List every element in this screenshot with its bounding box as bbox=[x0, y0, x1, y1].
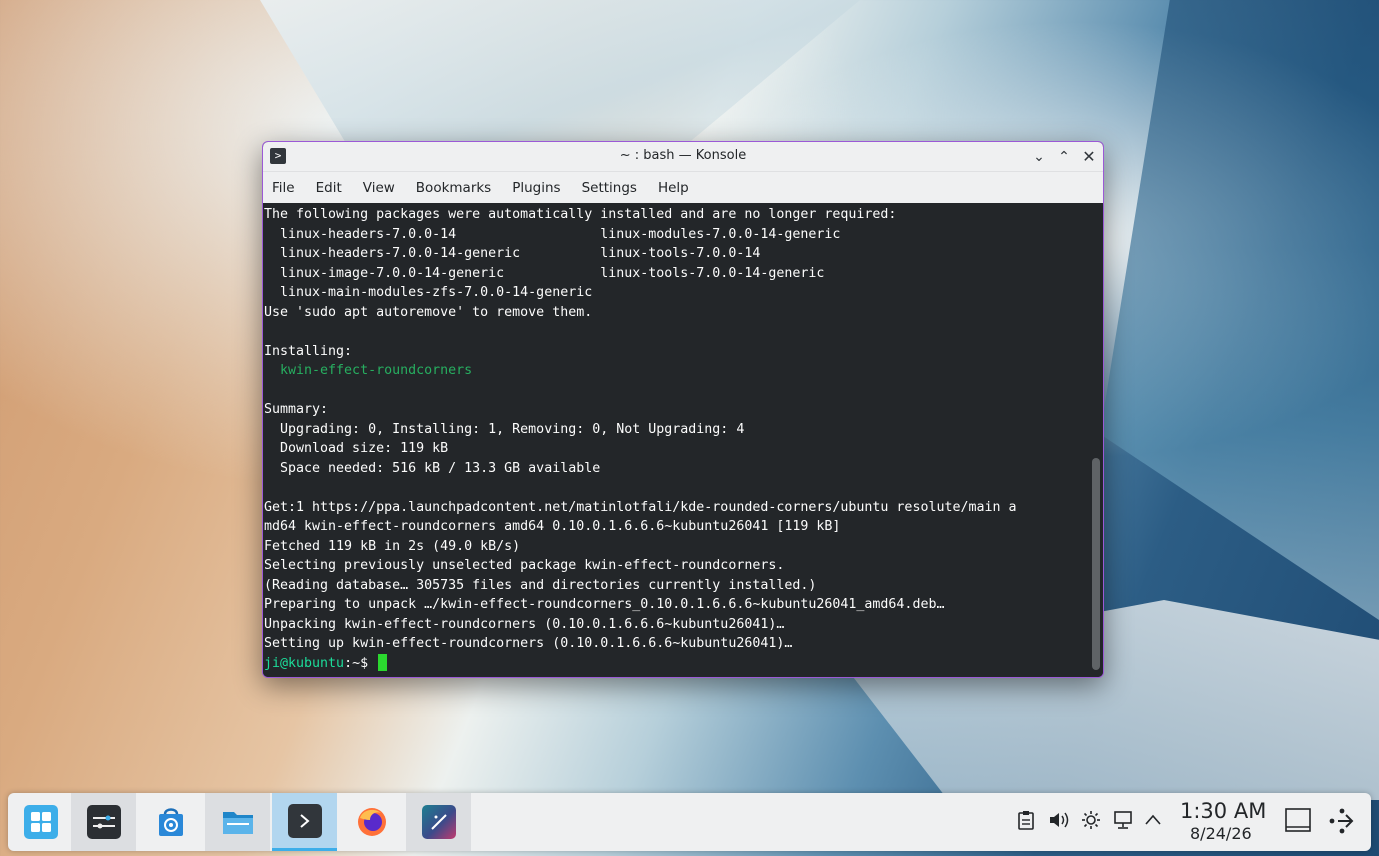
wallpaper-shard bbox=[260, 0, 860, 150]
terminal-line: md64 kwin-effect-roundcorners amd64 0.10… bbox=[264, 519, 841, 534]
terminal-line: Upgrading: 0, Installing: 1, Removing: 0… bbox=[264, 421, 745, 437]
firefox-icon bbox=[355, 805, 389, 839]
terminal-line: Setting up kwin-effect-roundcorners (0.1… bbox=[264, 636, 793, 651]
terminal-line-package: kwin-effect-roundcorners bbox=[264, 363, 473, 378]
terminal-line: (Reading database… 305735 files and dire… bbox=[264, 577, 817, 593]
clock-time[interactable]: 1:30 AM bbox=[1180, 799, 1266, 823]
konsole-window[interactable]: > ~ : bash — Konsole ⌄ ⌃ ✕ File Edit Vie… bbox=[262, 141, 1104, 678]
terminal-line: Fetched 119 kB in 2s (49.0 kB/s) bbox=[264, 538, 521, 554]
terminal-line: linux-headers-7.0.0-14 linux-modules-7.0… bbox=[264, 226, 841, 242]
menu-plugins[interactable]: Plugins bbox=[512, 180, 560, 196]
terminal-line: Use 'sudo apt autoremove' to remove them… bbox=[264, 304, 593, 320]
terminal-prompt[interactable]: ji@kubuntu:~$ bbox=[264, 654, 1103, 674]
task-firefox[interactable] bbox=[339, 793, 404, 851]
menu-bookmarks[interactable]: Bookmarks bbox=[416, 180, 491, 196]
taskbar: 1:30 AM 8/24/26 bbox=[8, 793, 1371, 851]
task-konsole-active[interactable] bbox=[272, 793, 337, 851]
terminal-line: The following packages were automaticall… bbox=[264, 207, 897, 222]
terminal-line: Space needed: 516 kB / 13.3 GB available bbox=[264, 460, 601, 476]
terminal-line: linux-headers-7.0.0-14-generic linux-too… bbox=[264, 246, 761, 261]
system-settings-icon bbox=[86, 805, 121, 839]
menu-file[interactable]: File bbox=[272, 180, 295, 196]
terminal-line: Unpacking kwin-effect-roundcorners (0.10… bbox=[264, 616, 785, 632]
minimize-button[interactable]: ⌄ bbox=[1029, 147, 1049, 167]
menu-view[interactable]: View bbox=[363, 180, 395, 196]
network-icon[interactable] bbox=[1112, 810, 1134, 835]
title-bar[interactable]: > ~ : bash — Konsole ⌄ ⌃ ✕ bbox=[263, 142, 1103, 172]
brightness-icon[interactable] bbox=[1081, 810, 1101, 835]
peek-desktop-icon[interactable] bbox=[1326, 807, 1356, 840]
application-launcher-icon bbox=[23, 805, 58, 839]
menu-settings[interactable]: Settings bbox=[582, 180, 637, 196]
close-button[interactable]: ✕ bbox=[1079, 147, 1099, 167]
terminal-line: Summary: bbox=[264, 402, 329, 417]
task-system-settings[interactable] bbox=[71, 793, 136, 851]
task-discover[interactable] bbox=[138, 793, 203, 851]
scrollbar[interactable] bbox=[1092, 458, 1100, 670]
task-dolphin[interactable] bbox=[205, 793, 270, 851]
terminal-output[interactable]: The following packages were automaticall… bbox=[263, 203, 1103, 677]
chevron-up-icon[interactable] bbox=[1144, 810, 1162, 835]
discover-icon bbox=[154, 805, 188, 839]
dolphin-icon bbox=[221, 805, 255, 839]
terminal-line: linux-image-7.0.0-14-generic linux-tools… bbox=[264, 265, 825, 281]
clock-date[interactable]: 8/24/26 bbox=[1190, 824, 1252, 843]
text-cursor bbox=[378, 654, 388, 671]
task-kdenlive[interactable] bbox=[406, 793, 471, 851]
wallpaper-shard bbox=[1100, 0, 1379, 620]
konsole-icon bbox=[287, 803, 322, 838]
prompt-user-host: ji@kubuntu bbox=[264, 655, 345, 671]
terminal-line: Download size: 119 kB bbox=[264, 441, 449, 456]
window-title: ~ : bash — Konsole bbox=[619, 148, 747, 163]
terminal-line: Selecting previously unselected package … bbox=[264, 558, 785, 573]
menu-bar: File Edit View Bookmarks Plugins Setting… bbox=[263, 172, 1103, 204]
menu-help[interactable]: Help bbox=[658, 180, 689, 196]
volume-icon[interactable] bbox=[1048, 810, 1070, 835]
terminal-line: linux-main-modules-zfs-7.0.0-14-generic bbox=[264, 285, 593, 300]
terminal-line: Installing: bbox=[264, 343, 353, 359]
prompt-path: :~$ bbox=[344, 655, 369, 671]
clipboard-icon[interactable] bbox=[1017, 810, 1035, 835]
kdenlive-icon bbox=[421, 805, 456, 839]
application-launcher-button[interactable] bbox=[8, 793, 73, 851]
terminal-line: Preparing to unpack …/kwin-effect-roundc… bbox=[264, 597, 945, 612]
menu-edit[interactable]: Edit bbox=[316, 180, 342, 196]
terminal-line: Get:1 https://ppa.launchpadcontent.net/m… bbox=[264, 499, 1017, 515]
show-desktop-icon[interactable] bbox=[1285, 808, 1311, 839]
maximize-button[interactable]: ⌃ bbox=[1054, 147, 1074, 167]
